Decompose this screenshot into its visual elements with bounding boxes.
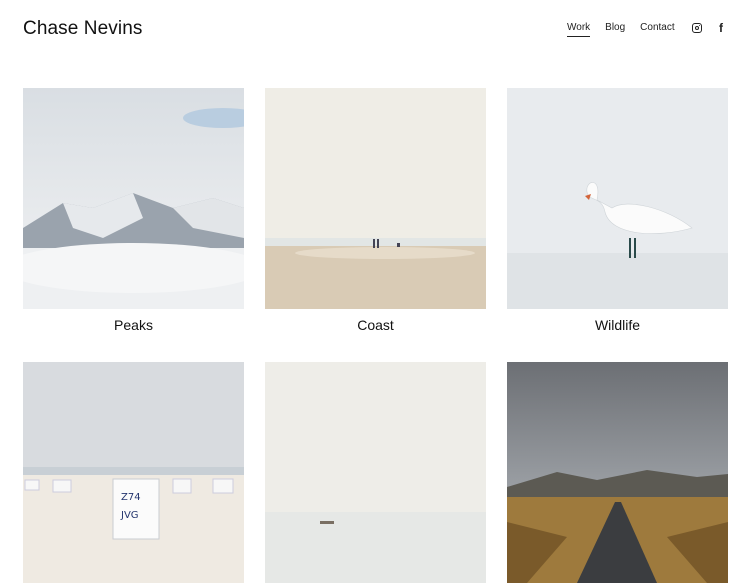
- beach-chairs-image: Z74 JVG: [23, 362, 244, 583]
- site-title[interactable]: Chase Nevins: [23, 18, 142, 40]
- nav-item-blog[interactable]: Blog: [605, 22, 625, 37]
- nav-item-contact[interactable]: Contact: [640, 22, 674, 37]
- gallery-item-coast[interactable]: Coast: [265, 88, 486, 333]
- swan-image: [507, 88, 728, 309]
- sea-image: [265, 362, 486, 583]
- instagram-icon[interactable]: [692, 23, 702, 33]
- nav-item-work[interactable]: Work: [567, 22, 591, 37]
- road-image: [507, 362, 728, 583]
- gallery-item-wildlife[interactable]: Wildlife: [507, 88, 728, 333]
- mountain-image: [23, 88, 244, 309]
- gallery-item-4[interactable]: Z74 JVG: [23, 362, 244, 583]
- facebook-icon[interactable]: f: [719, 21, 723, 35]
- svg-text:Z74: Z74: [121, 492, 141, 503]
- beach-image: [265, 88, 486, 309]
- gallery-item-6[interactable]: [507, 362, 728, 583]
- gallery-item-title: Coast: [357, 317, 394, 333]
- gallery-item-title: Wildlife: [594, 317, 641, 333]
- svg-text:JVG: JVG: [120, 510, 139, 521]
- gallery-item-peaks[interactable]: Peaks: [23, 88, 244, 333]
- gallery-item-5[interactable]: [265, 362, 486, 583]
- main-nav: Work Blog Contact: [567, 22, 675, 37]
- gallery-item-title: Peaks: [114, 317, 153, 333]
